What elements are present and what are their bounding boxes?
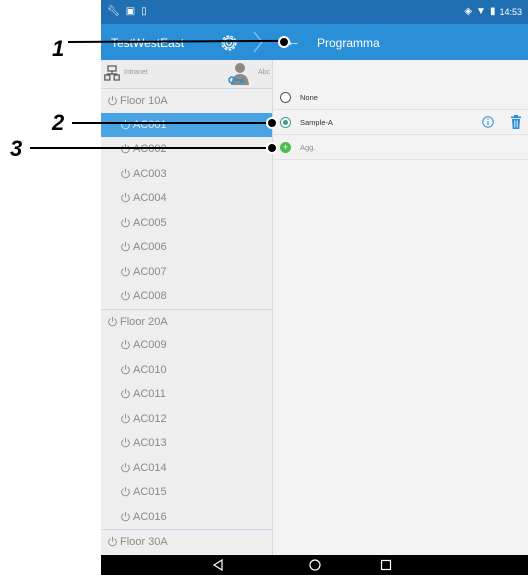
status-bar: 🔧︎ ▣ ▯ ◈ ▼ ▮ 14:53	[101, 0, 528, 24]
unit-label: AC002	[133, 143, 167, 155]
add-label: Agg.	[300, 143, 316, 152]
unit-row[interactable]: AC015	[101, 480, 272, 505]
user-key-icon[interactable]	[227, 62, 251, 86]
unit-row[interactable]: AC001	[101, 112, 272, 137]
unit-row[interactable]: AC005	[101, 211, 272, 236]
power-icon	[121, 364, 130, 374]
unit-label: AC010	[133, 363, 167, 376]
unit-row[interactable]: AC016	[101, 505, 272, 530]
radio-sample[interactable]	[280, 117, 291, 128]
power-icon	[108, 95, 117, 106]
wrench-icon: 🔧︎	[107, 6, 120, 17]
floor-label: Floor 20A	[120, 315, 168, 328]
power-icon	[121, 168, 130, 178]
unit-row[interactable]: AC008	[101, 284, 272, 309]
callout-number: 3	[10, 136, 23, 161]
unit-label: AC003	[133, 167, 167, 180]
add-program-row[interactable]: + Agg.	[274, 135, 528, 160]
nav-back-icon[interactable]	[211, 558, 225, 572]
vibrate-icon: ◈	[464, 6, 473, 17]
device-tree: Floor 10A AC001 AC002 AC003 AC004 AC005 AC006 A…	[101, 88, 272, 554]
unit-label: AC012	[133, 412, 167, 425]
power-icon	[121, 339, 130, 350]
user-label: Abc	[258, 69, 271, 76]
power-icon	[121, 290, 130, 301]
option-label: None	[300, 93, 318, 102]
power-icon	[121, 119, 130, 129]
add-icon[interactable]: +	[280, 142, 291, 153]
battery-icon: ▮	[489, 6, 496, 17]
unit-row[interactable]: AC003	[101, 162, 272, 187]
unit-label: AC004	[133, 192, 167, 204]
status-time: 14:53	[499, 7, 522, 17]
callout-marker	[278, 36, 290, 48]
unit-row[interactable]: AC011	[101, 382, 272, 407]
nav-recents-icon[interactable]	[379, 558, 393, 572]
floor-row[interactable]: Floor 10A	[101, 88, 272, 113]
app-title: TestWestEast	[111, 36, 185, 50]
unit-label: AC009	[133, 339, 167, 351]
device-tree-panel: Intranet Abc Floor 10A AC001 AC002 AC003 AC0…	[101, 60, 273, 555]
unit-row[interactable]: AC010	[101, 358, 272, 383]
unit-row[interactable]: AC012	[101, 407, 272, 432]
nav-home-icon[interactable]	[308, 558, 322, 572]
page-title: Programma	[317, 36, 380, 50]
unit-row[interactable]: AC014	[101, 456, 272, 481]
unit-row[interactable]: AC013	[101, 431, 272, 456]
unit-label: AC015	[133, 486, 167, 498]
power-icon	[121, 437, 130, 448]
power-icon	[108, 536, 117, 547]
power-icon	[121, 462, 130, 472]
network-label: Intranet	[124, 69, 148, 76]
program-option-none[interactable]: None	[274, 85, 528, 110]
unit-row[interactable]: AC002	[101, 137, 272, 162]
program-option-sample[interactable]: Sample-A	[274, 110, 528, 135]
callout-line	[30, 147, 276, 149]
trash-icon[interactable]	[510, 115, 522, 129]
program-panel: None Sample-A + Agg.	[274, 60, 528, 555]
power-icon	[121, 486, 130, 497]
image-icon: ▣	[125, 6, 136, 17]
unit-label: AC013	[133, 437, 167, 449]
power-icon	[121, 217, 130, 227]
navigation-bar	[101, 555, 528, 575]
info-icon[interactable]	[482, 116, 494, 128]
network-icon	[104, 65, 120, 81]
radio-none[interactable]	[280, 92, 291, 103]
unit-label: AC014	[133, 461, 167, 474]
unit-row[interactable]: AC004	[101, 186, 272, 211]
gear-icon[interactable]	[218, 32, 240, 54]
power-icon	[121, 241, 130, 252]
power-icon	[108, 316, 117, 326]
floor-label: Floor 30A	[120, 536, 168, 548]
callout-number: 1	[52, 36, 65, 61]
document-icon: ▯	[141, 6, 147, 17]
tablet-screen: 🔧︎ ▣ ▯ ◈ ▼ ▮ 14:53 TestWestEast ← Progra…	[101, 0, 528, 575]
wifi-icon: ▼	[476, 6, 486, 17]
unit-label: AC008	[133, 290, 167, 302]
unit-label: AC001	[133, 118, 167, 131]
unit-label: AC005	[133, 216, 167, 229]
floor-row[interactable]: Floor 30A	[101, 529, 272, 554]
unit-row[interactable]: AC009	[101, 333, 272, 358]
unit-label: AC011	[133, 388, 166, 400]
power-icon	[121, 192, 130, 203]
unit-label: AC007	[133, 265, 167, 278]
unit-label: AC006	[133, 241, 167, 253]
power-icon	[121, 266, 130, 276]
tree-header: Intranet Abc	[101, 60, 272, 88]
option-label: Sample-A	[300, 118, 333, 127]
power-icon	[121, 388, 130, 399]
unit-label: AC016	[133, 510, 167, 523]
floor-row[interactable]: Floor 20A	[101, 308, 272, 334]
power-icon	[121, 511, 130, 521]
unit-row[interactable]: AC007	[101, 260, 272, 285]
callout-marker	[266, 117, 278, 129]
power-icon	[121, 413, 130, 423]
callout-line	[72, 122, 276, 124]
callout-marker	[266, 142, 278, 154]
floor-label: Floor 10A	[120, 95, 168, 107]
unit-row[interactable]: AC006	[101, 235, 272, 260]
callout-number: 2	[52, 110, 65, 135]
